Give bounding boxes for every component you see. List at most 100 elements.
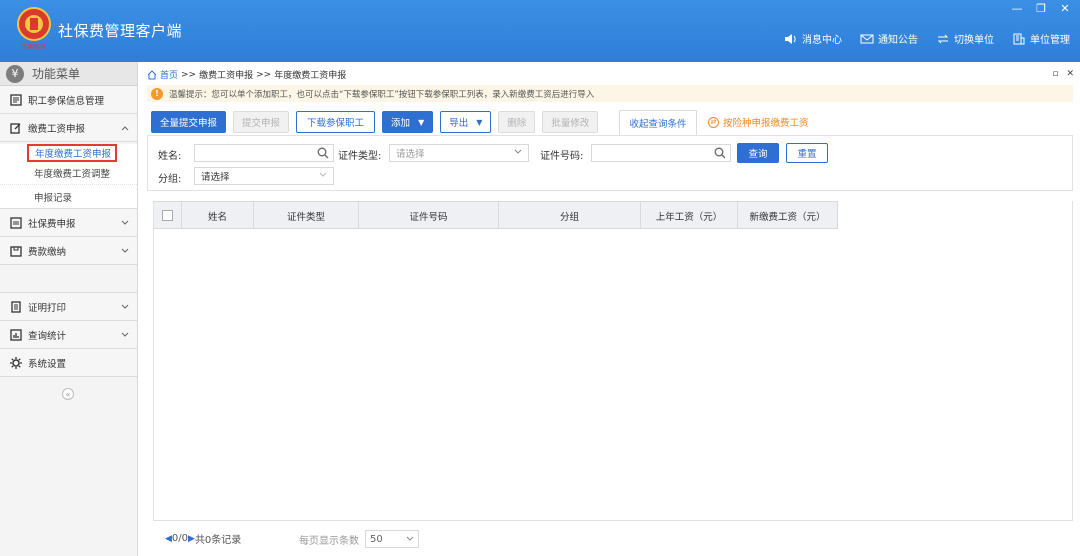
per-page-control: 每页显示条数 50 — [299, 530, 419, 548]
column-header-id-number[interactable]: 证件号码 — [359, 202, 499, 229]
submenu-item-declare-records[interactable]: 申报记录 — [0, 185, 137, 208]
id-number-label: 证件号码: — [540, 151, 584, 162]
restore-button[interactable]: ❐ — [1034, 2, 1048, 15]
total-records: 共0条记录 — [194, 535, 242, 546]
column-header-last-year-wage[interactable]: 上年工资（元） — [641, 202, 738, 229]
panel-maximize-button[interactable]: ▫ — [1052, 69, 1058, 79]
yen-icon: ¥ — [6, 64, 24, 83]
panel-close-button[interactable]: ✕ — [1066, 69, 1074, 79]
column-header-group[interactable]: 分组 — [499, 202, 641, 229]
submenu-item-annual-wage-adjust[interactable]: 年度缴费工资调整 — [0, 162, 137, 185]
chevron-down-icon — [121, 220, 129, 225]
chevron-up-icon — [121, 126, 129, 131]
header-nav-messages[interactable]: 消息中心 — [784, 31, 842, 46]
chevron-down-icon: ▼ — [476, 117, 483, 127]
building-icon — [1013, 33, 1025, 44]
sidebar-item-system-settings[interactable]: 系统设置 — [0, 349, 137, 377]
sidebar-item-certificate-print[interactable]: 证明打印 — [0, 293, 137, 321]
id-number-input[interactable] — [591, 144, 731, 162]
breadcrumb: 首页 >> 缴费工资申报 >> 年度缴费工资申报 — [147, 68, 346, 81]
breadcrumb-home[interactable]: 首页 — [160, 68, 178, 81]
info-icon: ! — [151, 87, 163, 100]
prev-page-button[interactable]: ◀ — [165, 534, 172, 544]
batch-edit-button[interactable]: 批量修改 — [542, 111, 599, 133]
mail-icon — [860, 34, 874, 43]
panel-controls: ▫ ✕ — [1052, 69, 1074, 79]
breadcrumb-level-2: 年度缴费工资申报 — [274, 71, 347, 81]
pager: ◀ 0/0 ▶ 共0条记录 — [165, 531, 241, 546]
sidebar-collapse-button[interactable]: « — [62, 388, 74, 400]
switch-icon: ⇄ — [708, 116, 719, 128]
name-input[interactable] — [194, 144, 334, 162]
app-header: 中国税务 社保费管理客户端 — ❐ ✕ 消息中心 通知公告 切换单位 单位管理 — [0, 0, 1080, 62]
group-select[interactable]: 请选择 — [194, 167, 334, 185]
sidebar-item-wage-declare[interactable]: 缴费工资申报 — [0, 114, 137, 142]
wallet-icon — [10, 245, 22, 257]
search-icon[interactable] — [714, 147, 726, 159]
breadcrumb-level-1: 缴费工资申报 — [199, 71, 254, 81]
window-controls: — ❐ ✕ — [1010, 2, 1072, 15]
close-window-button[interactable]: ✕ — [1058, 2, 1072, 15]
header-nav-notices[interactable]: 通知公告 — [860, 31, 918, 46]
search-icon[interactable] — [317, 147, 329, 159]
chevron-down-icon — [406, 536, 414, 541]
page-indicator: 0/0 — [171, 533, 189, 544]
name-label: 姓名: — [158, 151, 182, 162]
submit-button[interactable]: 提交申报 — [233, 111, 290, 133]
chevron-down-icon: ▼ — [418, 117, 425, 127]
column-header-name[interactable]: 姓名 — [182, 202, 254, 229]
chevron-down-icon — [121, 248, 129, 253]
sidebar-item-query-stats[interactable]: 查询统计 — [0, 321, 137, 349]
per-page-label: 每页显示条数 — [299, 535, 359, 547]
submit-all-button[interactable]: 全量提交申报 — [151, 111, 227, 133]
search-button[interactable]: 查询 — [737, 143, 779, 163]
query-panel: 姓名: 证件类型: 请选择 证件号码: 查询 重置 分组: 请选择 — [147, 135, 1073, 191]
tip-bar: ! 温馨提示：您可以单个添加职工，也可以点击“下载参保职工”按钮下载参保职工列表… — [147, 85, 1073, 102]
sidebar-title: 功能菜单 — [32, 67, 81, 81]
add-dropdown-button[interactable]: 添加 ▼ — [382, 111, 434, 133]
per-page-select[interactable]: 50 — [365, 530, 419, 548]
user-card-icon — [10, 93, 22, 106]
header-nav: 消息中心 通知公告 切换单位 单位管理 — [784, 31, 1070, 46]
main-panel: 首页 >> 缴费工资申报 >> 年度缴费工资申报 ▫ ✕ ! 温馨提示：您可以单… — [139, 62, 1080, 556]
sidebar-item-social-fee[interactable]: 社保费申报 — [0, 209, 137, 237]
header-nav-unit-manage[interactable]: 单位管理 — [1012, 31, 1070, 46]
next-page-button[interactable]: ▶ — [188, 534, 195, 544]
download-employees-button[interactable]: 下载参保职工 — [296, 111, 376, 133]
submenu-wage-declare: 年度缴费工资申报 年度缴费工资调整 申报记录 — [0, 144, 137, 209]
svg-text:中国税务: 中国税务 — [22, 43, 46, 51]
speaker-icon — [785, 33, 796, 44]
column-header-id-type[interactable]: 证件类型 — [254, 202, 359, 229]
table-header: 姓名 证件类型 证件号码 分组 上年工资（元） 新缴费工资（元） — [154, 201, 838, 229]
submenu-item-annual-wage-declare[interactable]: 年度缴费工资申报 — [27, 144, 117, 162]
switch-icon — [937, 34, 949, 43]
gear-icon — [10, 356, 22, 369]
toolbar: 全量提交申报 提交申报 下载参保职工 添加 ▼ 导出 ▼ 删除 批量修改 — [151, 110, 605, 134]
declare-by-insurance-link[interactable]: ⇄ 按险种申报缴费工资 — [708, 115, 809, 129]
sidebar: ¥ 功能菜单 职工参保信息管理 缴费工资申报 年度缴费工资申报 年度缴费工资调整… — [0, 62, 138, 556]
id-type-label: 证件类型: — [338, 151, 382, 162]
id-type-select[interactable]: 请选择 — [389, 144, 529, 162]
chevron-down-icon — [514, 149, 522, 154]
home-icon — [147, 69, 157, 79]
sidebar-item-employee-info[interactable]: 职工参保信息管理 — [0, 86, 137, 114]
select-all-checkbox-cell — [154, 202, 182, 229]
chevron-down-icon — [121, 332, 129, 337]
select-all-checkbox[interactable] — [162, 210, 173, 221]
header-nav-switch-unit[interactable]: 切换单位 — [936, 31, 994, 46]
column-header-new-wage[interactable]: 新缴费工资（元） — [738, 202, 838, 229]
minimize-button[interactable]: — — [1010, 2, 1024, 15]
reset-button[interactable]: 重置 — [786, 143, 828, 163]
data-table: 姓名 证件类型 证件号码 分组 上年工资（元） 新缴费工资（元） — [153, 201, 1073, 521]
print-icon — [10, 300, 22, 313]
tip-text: 温馨提示：您可以单个添加职工，也可以点击“下载参保职工”按钮下载参保职工列表，录… — [169, 89, 595, 100]
export-dropdown-button[interactable]: 导出 ▼ — [440, 111, 492, 133]
chevron-down-icon — [121, 304, 129, 309]
form-icon — [10, 216, 22, 229]
chevron-down-icon — [319, 172, 327, 177]
group-label: 分组: — [158, 174, 182, 185]
collapse-query-tab[interactable]: 收起查询条件 — [619, 110, 697, 136]
delete-button[interactable]: 删除 — [498, 111, 536, 133]
sidebar-item-payment[interactable]: 费款缴纳 — [0, 237, 137, 265]
edit-icon — [10, 122, 22, 134]
